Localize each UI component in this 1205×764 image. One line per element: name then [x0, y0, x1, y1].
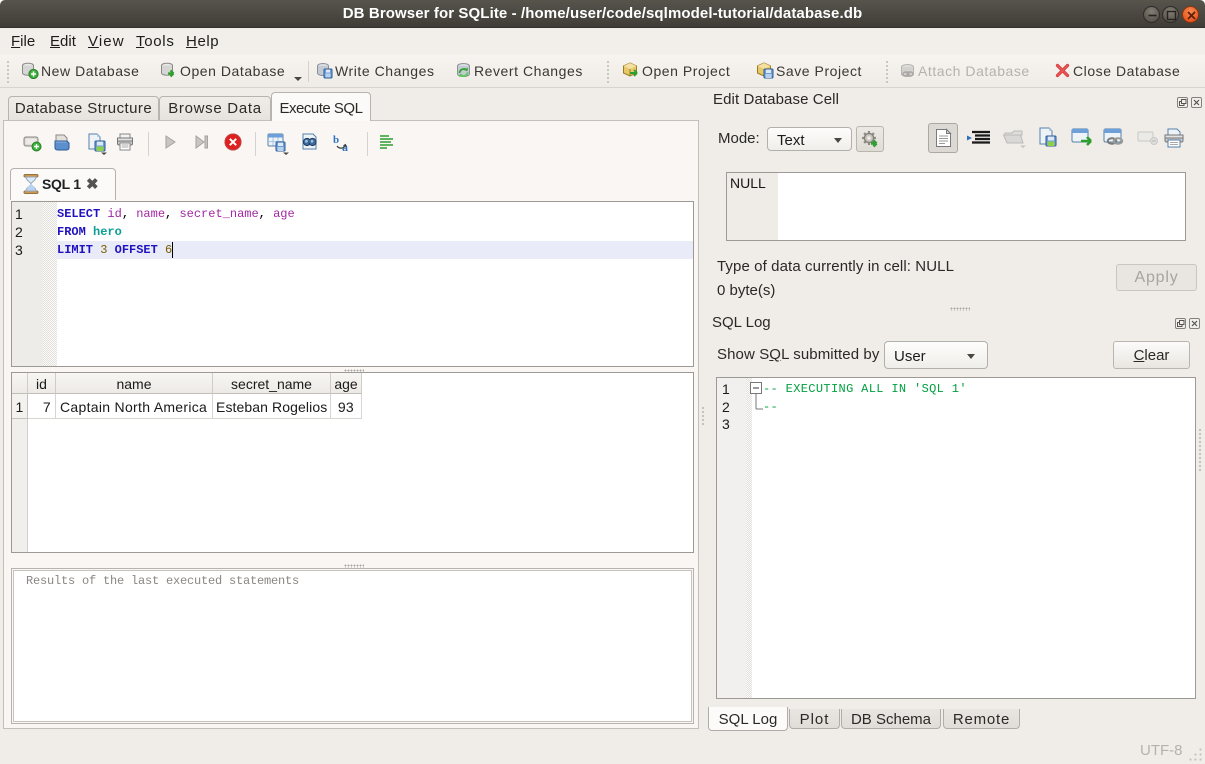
- svg-text:b: b: [333, 134, 339, 146]
